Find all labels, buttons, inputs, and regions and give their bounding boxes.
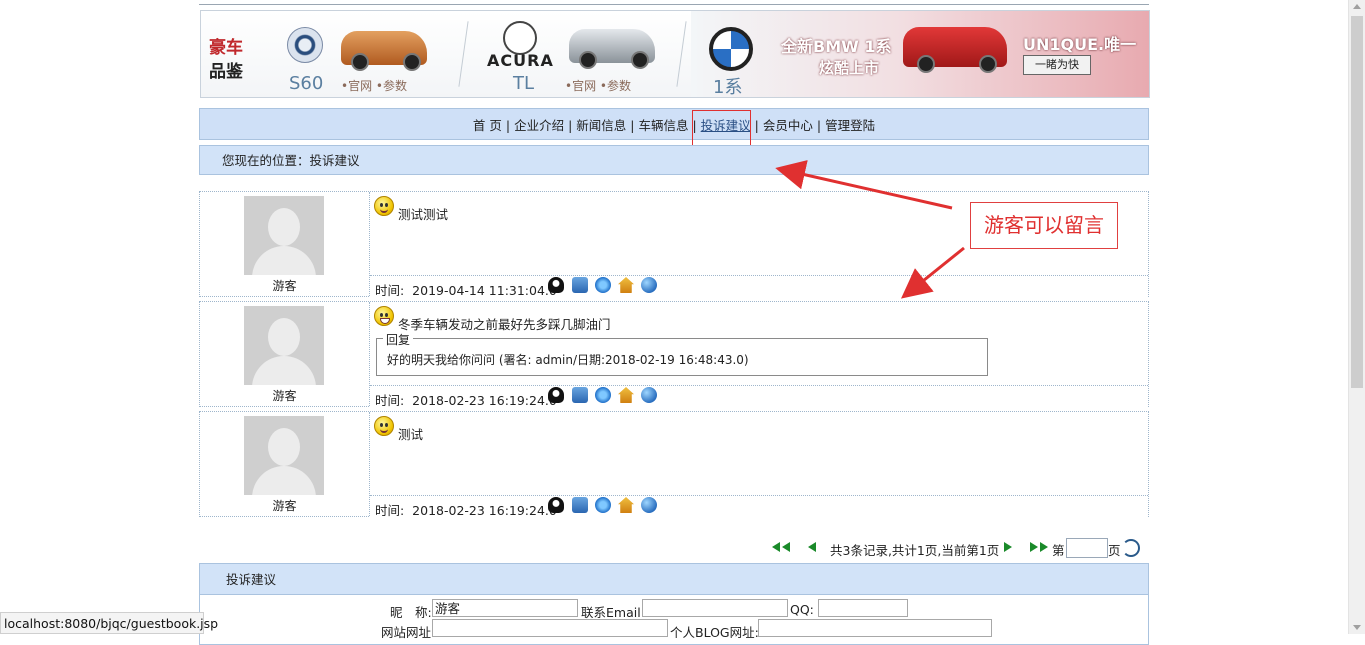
qq-input[interactable] bbox=[818, 599, 908, 617]
annotation-arrows bbox=[775, 160, 965, 299]
arrow-to-breadcrumb bbox=[775, 160, 953, 210]
arrow-to-entries bbox=[900, 246, 965, 299]
last-page-icon-2[interactable] bbox=[1040, 542, 1048, 552]
scroll-up-icon[interactable] bbox=[1353, 4, 1361, 9]
nickname-input[interactable]: 游客 bbox=[432, 599, 578, 617]
browser-status-bar: localhost:8080/bjqc/guestbook.jsp bbox=[0, 612, 218, 634]
scroll-down-icon[interactable] bbox=[1353, 625, 1361, 630]
page-suffix: 页 bbox=[1108, 543, 1121, 558]
pagination: 共3条记录,共计1页,当前第1页 第 页 bbox=[770, 538, 1148, 558]
pager-info: 共3条记录,共计1页,当前第1页 bbox=[830, 543, 1000, 558]
first-page-icon[interactable] bbox=[772, 542, 780, 552]
go-page-icon[interactable] bbox=[1122, 539, 1140, 557]
form-header: 投诉建议 bbox=[200, 564, 1148, 595]
page-scrollbar[interactable] bbox=[1348, 0, 1365, 634]
next-page-icon[interactable] bbox=[1004, 542, 1012, 552]
scroll-thumb[interactable] bbox=[1351, 16, 1363, 388]
form-title: 投诉建议 bbox=[226, 572, 277, 587]
last-page-icon[interactable] bbox=[1030, 542, 1038, 552]
page-prefix: 第 bbox=[1052, 543, 1065, 558]
blog-label: 个人BLOG网址: bbox=[670, 625, 759, 640]
website-input[interactable] bbox=[432, 619, 668, 637]
blog-input[interactable] bbox=[758, 619, 992, 637]
nickname-label: 昵 称: bbox=[390, 605, 432, 620]
page-number-input[interactable] bbox=[1066, 538, 1108, 558]
website-label: 网站网址: bbox=[381, 625, 436, 640]
first-page-icon-2[interactable] bbox=[782, 542, 790, 552]
prev-page-icon[interactable] bbox=[808, 542, 816, 552]
qq-label: QQ: bbox=[790, 602, 814, 617]
email-input[interactable] bbox=[642, 599, 788, 617]
complaint-form: 投诉建议 昵 称: 游客 联系Email: QQ: 网站网址: 个人BLOG网址… bbox=[199, 563, 1149, 645]
